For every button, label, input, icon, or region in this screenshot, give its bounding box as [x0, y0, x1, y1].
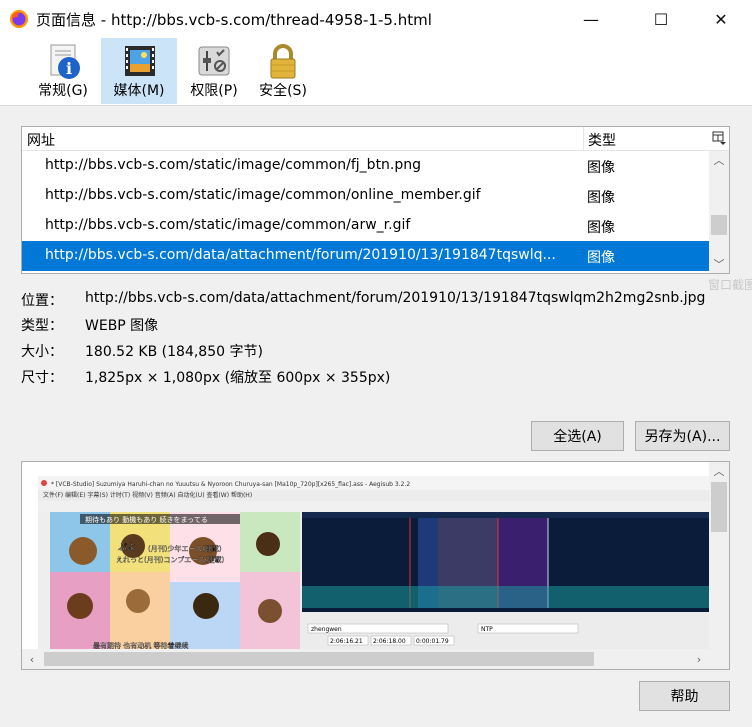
firefox-icon: [10, 10, 28, 28]
list-item[interactable]: http://bbs.vcb-s.com/static/image/common…: [22, 211, 709, 241]
preview-start-time: 2:06:16.21: [330, 638, 363, 645]
close-icon: ✕: [714, 9, 728, 29]
save-as-button[interactable]: 另存为(A)...: [635, 421, 730, 451]
preview-hscroll-thumb[interactable]: [44, 652, 594, 666]
list-item-url: http://bbs.vcb-s.com/static/image/common…: [45, 217, 411, 233]
maximize-icon: ☐: [653, 9, 669, 29]
preview-caption-4: えれっと(月刊)コンプエース(連載): [116, 555, 225, 564]
list-item-type: 图像: [587, 160, 615, 176]
preview-window-title: * [VCB-Studio] Suzumiya Haruhi-chan no Y…: [51, 481, 410, 488]
tab-permissions-label: 权限(P): [190, 83, 238, 99]
preview-duration: 0:00:01.79: [416, 638, 449, 645]
preview-style: NTP: [481, 626, 493, 633]
minimize-icon: —: [583, 9, 599, 29]
list-header: 网址 类型: [22, 127, 729, 151]
tab-security-label: 安全(S): [259, 83, 307, 99]
help-button[interactable]: 帮助: [639, 681, 730, 711]
maximize-button[interactable]: ☐: [638, 0, 684, 38]
image-preview: * [VCB-Studio] Suzumiya Haruhi-chan no Y…: [21, 461, 730, 670]
window-title: 页面信息 - http://bbs.vcb-s.com/thread-4958-…: [36, 11, 432, 29]
scroll-left-icon[interactable]: ‹: [22, 650, 42, 668]
type-label: 类型：: [21, 318, 63, 334]
preview-caption-1: 期待もあり 動機もあり 続きをまってる: [85, 515, 208, 524]
scroll-thumb[interactable]: [711, 215, 727, 235]
media-list[interactable]: 网址 类型 http://bbs.vcb-s.com/static/image/…: [21, 126, 730, 274]
close-button[interactable]: ✕: [698, 0, 744, 38]
list-scrollbar[interactable]: ︿ ﹀: [709, 151, 729, 273]
preview-image: * [VCB-Studio] Suzumiya Haruhi-chan no Y…: [38, 476, 710, 656]
media-icon: [125, 46, 155, 76]
preview-menu: 文件(F) 编辑(E) 字幕(S) 计时(T) 视频(V) 音频(A) 自动化(…: [43, 491, 252, 499]
list-item-type: 图像: [587, 190, 615, 206]
scroll-right-icon[interactable]: ›: [689, 650, 709, 668]
list-item-type: 图像: [587, 220, 615, 236]
scroll-up-icon[interactable]: ︿: [709, 462, 729, 480]
type-value: WEBP 图像: [85, 318, 159, 334]
tab-media[interactable]: 媒体(M): [101, 38, 177, 104]
preview-actor: zhengwen: [311, 626, 342, 633]
location-value: http://bbs.vcb-s.com/data/attachment/for…: [85, 290, 706, 306]
column-header-type[interactable]: 类型: [588, 130, 616, 150]
faded-overlay-text: 窗口截图(F...: [708, 278, 752, 292]
tab-general-label: 常规(G): [38, 83, 88, 99]
preview-caption-2: ぷよ: [118, 542, 136, 553]
lock-icon: [270, 44, 296, 79]
permissions-icon: [198, 46, 230, 76]
list-item[interactable]: http://bbs.vcb-s.com/static/image/common…: [22, 181, 709, 211]
column-picker-icon[interactable]: [712, 131, 726, 145]
select-all-button[interactable]: 全选(A): [531, 421, 624, 451]
tab-security[interactable]: 安全(S): [246, 38, 320, 104]
list-item-url: http://bbs.vcb-s.com/static/image/common…: [45, 157, 422, 173]
preview-caption-3: (月刊)少年エース(連載): [148, 544, 222, 553]
title-bar: 页面信息 - http://bbs.vcb-s.com/thread-4958-…: [0, 0, 752, 38]
scroll-up-icon[interactable]: ︿: [709, 151, 729, 169]
tab-media-label: 媒体(M): [113, 83, 165, 99]
list-item-type: 图像: [587, 250, 615, 266]
preview-horizontal-scrollbar[interactable]: ‹ ›: [22, 649, 709, 669]
list-item-url: http://bbs.vcb-s.com/data/attachment/for…: [45, 247, 556, 263]
location-label: 位置：: [21, 293, 63, 309]
minimize-button[interactable]: —: [568, 0, 614, 38]
svg-text:i: i: [66, 59, 72, 78]
size-label: 大小：: [21, 344, 63, 360]
tab-permissions[interactable]: 权限(P): [177, 38, 251, 104]
list-item-url: http://bbs.vcb-s.com/static/image/common…: [45, 187, 481, 203]
info-icon: i: [50, 44, 80, 79]
dimensions-value: 1,825px × 1,080px (缩放至 600px × 355px): [85, 370, 391, 386]
size-value: 180.52 KB (184,850 字节): [85, 344, 263, 360]
column-divider[interactable]: [583, 127, 584, 151]
preview-scroll-thumb[interactable]: [711, 482, 727, 532]
dimensions-label: 尺寸：: [21, 370, 63, 386]
preview-vertical-scrollbar[interactable]: ︿: [709, 462, 729, 669]
list-item[interactable]: http://bbs.vcb-s.com/static/image/common…: [22, 151, 709, 181]
toolbar: i 常规(G) 媒体(M) 权限(P) 安全(S): [0, 38, 752, 106]
list-item-selected[interactable]: http://bbs.vcb-s.com/data/attachment/for…: [22, 241, 709, 271]
scroll-down-icon[interactable]: ﹀: [709, 255, 729, 273]
tab-general[interactable]: i 常规(G): [26, 38, 100, 104]
column-header-address[interactable]: 网址: [27, 130, 55, 150]
preview-end-time: 2:06:18.00: [373, 638, 406, 645]
